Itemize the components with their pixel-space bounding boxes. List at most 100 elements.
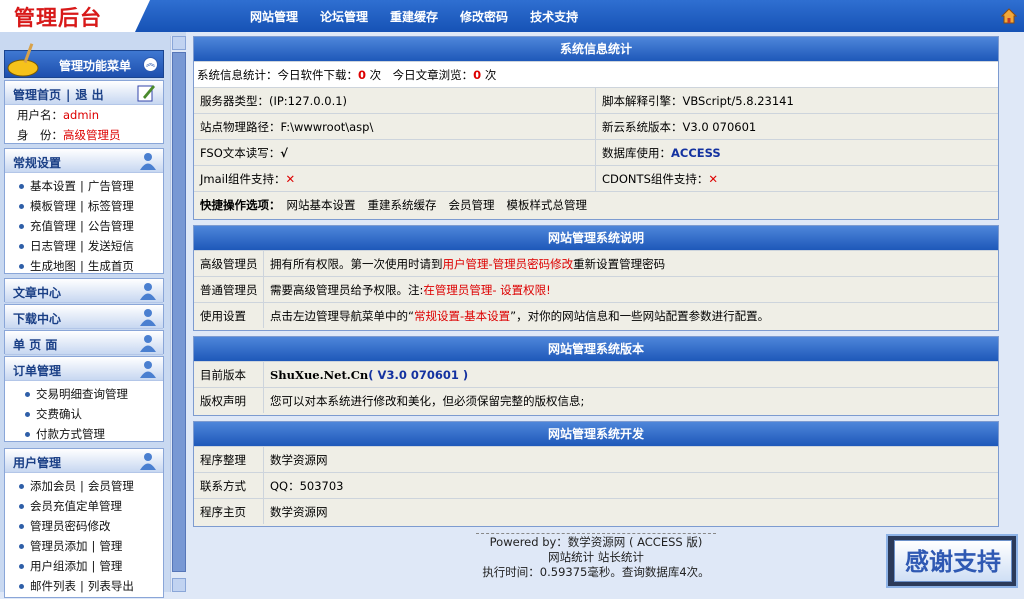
user-row: 用户名：admin [5,105,163,125]
menu-header: 管理功能菜单 ︽ [4,43,164,78]
menu-add-member[interactable]: 添加会员 [30,479,76,493]
nav-rebuild-cache[interactable]: 重建缓存 [390,8,438,25]
menu-mail-list[interactable]: 邮件列表 [30,579,76,593]
link-admin-home[interactable]: 管理首页 [13,88,61,102]
stats-row: 服务器类型：(IP:127.0.0.1) 脚本解释引擎：VBScript/5.8.… [194,87,998,113]
check-icon: √ [280,146,288,160]
bullet-icon [19,524,24,529]
bullet-icon [19,484,24,489]
menu-transactions[interactable]: 交易明细查询管理 [36,387,128,401]
script-engine: 脚本解释引擎：VBScript/5.8.23141 [602,94,794,108]
menu-member-manage[interactable]: 会员管理 [88,479,134,493]
bullet-icon [19,584,24,589]
menu-admin-manage[interactable]: 管理 [99,539,122,553]
menu-tag-manage[interactable]: 标签管理 [88,199,134,213]
collapse-icon[interactable]: ︽ [143,57,158,72]
section-users: 用户管理 添加会员 | 会员管理 会员充值定单管理 管理员密码修改 管理员添加 | 管理… [4,448,164,598]
menu-gen-home[interactable]: 生成首页 [88,259,134,273]
link-admin-password[interactable]: 用户管理-管理员密码修改 [443,257,574,271]
powered-by: Powered by：数学资源网 ( ACCESS 版) [489,535,703,549]
nav-site-manage[interactable]: 网站管理 [250,8,298,25]
menu-template-manage[interactable]: 模板管理 [30,199,76,213]
menu-header-title: 管理功能菜单 [59,59,132,73]
quick-member-manage[interactable]: 会员管理 [449,198,495,212]
menu-row: 会员充值定单管理 [5,496,163,516]
bullet-icon [19,504,24,509]
stats-unit1: 次 今日文章浏览： [366,68,474,82]
quick-template-manage[interactable]: 模板样式总管理 [507,198,588,212]
link-basic-settings[interactable]: 常规设置-基本设置 [414,309,510,323]
dev-title: 网站管理系统开发 [194,422,998,446]
menu-ad-manage[interactable]: 广告管理 [88,179,134,193]
section-articles-title[interactable]: 文章中心 [13,284,61,301]
soft-download-count: 0 [358,68,367,82]
site-stats-link[interactable]: 网站统计 站长统计 [193,550,999,565]
nav-tech-support[interactable]: 技术支持 [530,8,578,25]
footer: Powered by：数学资源网 ( ACCESS 版) 网站统计 站长统计 执… [193,533,999,580]
desc-text: 需要高级管理员给予权限。注: [270,283,424,297]
thanks-button-label[interactable]: 感谢支持 [894,540,1012,582]
broom-icon [7,43,39,77]
bullet-icon [19,264,24,269]
menu-log-manage[interactable]: 日志管理 [30,239,76,253]
menu-scrollbar[interactable] [170,36,186,592]
quick-rebuild-cache[interactable]: 重建系统缓存 [368,198,437,212]
menu-group-add[interactable]: 用户组添加 [30,559,88,573]
menu-list-export[interactable]: 列表导出 [88,579,134,593]
section-general-title[interactable]: 常规设置 [13,154,61,171]
desc-text: ”，对你的网站信息和一些网站配置参数进行配置。 [510,309,770,323]
section-single-page-title[interactable]: 单 页 面 [13,336,57,353]
link-logout[interactable]: 退 出 [75,88,103,102]
menu-payment-confirm[interactable]: 交费确认 [36,407,82,421]
version-site: ShuXue.Net.Cn [270,368,369,382]
top-bar: 管理后台 网站管理 论坛管理 重建缓存 修改密码 技术支持 [0,0,1024,32]
menu-gen-map[interactable]: 生成地图 [30,259,76,273]
stats-counter-row: 系统信息统计：今日软件下载：0 次 今日文章浏览：0 次 [194,61,998,87]
menu-admin-password[interactable]: 管理员密码修改 [30,519,111,533]
cross-icon: ✕ [708,172,719,186]
menu-member-recharge[interactable]: 会员充值定单管理 [30,499,122,513]
user-value: admin [63,108,100,122]
menu-payment-methods[interactable]: 付款方式管理 [36,427,105,441]
desc-text: 点击左边管理导航菜单中的“ [270,309,414,323]
section-orders: 订单管理 交易明细查询管理 交费确认 付款方式管理 [4,356,164,442]
copyright-row: 版权声明 您可以对本系统进行修改和美化，但必须保留完整的版权信息; [194,387,998,413]
version-title: 网站管理系统版本 [194,337,998,361]
link-set-permissions[interactable]: 在管理员管理- 设置权限! [423,283,550,297]
menu-basic-settings[interactable]: 基本设置 [30,179,76,193]
desc-text: 拥有所有权限。第一次使用时请到 [270,257,443,271]
bullet-icon [19,184,24,189]
edit-icon [137,85,155,102]
menu-admin-add[interactable]: 管理员添加 [30,539,88,553]
menu-row: 生成地图 | 生成首页 [5,256,163,276]
scroll-up-arrow[interactable] [172,36,186,50]
thanks-button[interactable]: 感谢支持 [886,534,1018,588]
scroll-down-arrow[interactable] [172,578,186,592]
dev-homepage-link[interactable]: 数学资源网 [264,499,328,524]
section-orders-title[interactable]: 订单管理 [13,362,61,379]
dev-box: 网站管理系统开发 程序整理 数学资源网 联系方式 QQ：503703 程序主页 数学资… [193,421,999,527]
stats-row: FSO文本读写：√ 数据库使用：ACCESS [194,139,998,165]
menu-row: 交易明细查询管理 [5,384,163,404]
nav-forum-manage[interactable]: 论坛管理 [320,8,368,25]
dev-value: 数学资源网 [270,453,328,467]
scroll-thumb[interactable] [172,52,186,572]
menu-group-manage[interactable]: 管理 [99,559,122,573]
nav-change-password[interactable]: 修改密码 [460,8,508,25]
quick-site-settings[interactable]: 网站基本设置 [287,198,356,212]
menu-send-sms[interactable]: 发送短信 [88,239,134,253]
bullet-icon [19,224,24,229]
bullet-icon [25,392,30,397]
menu-row: 用户组添加 | 管理 [5,556,163,576]
menu-notice-manage[interactable]: 公告管理 [88,219,134,233]
bullet-icon [19,544,24,549]
stats-unit2: 次 [481,68,497,82]
section-articles[interactable]: 文章中心 [4,278,164,303]
section-single-page[interactable]: 单 页 面 [4,330,164,355]
menu-recharge-manage[interactable]: 充值管理 [30,219,76,233]
desc-label: 普通管理员 [194,277,264,302]
home-icon[interactable] [1001,8,1017,24]
section-users-title[interactable]: 用户管理 [13,454,61,471]
section-downloads[interactable]: 下载中心 [4,304,164,329]
section-downloads-title[interactable]: 下载中心 [13,310,61,327]
